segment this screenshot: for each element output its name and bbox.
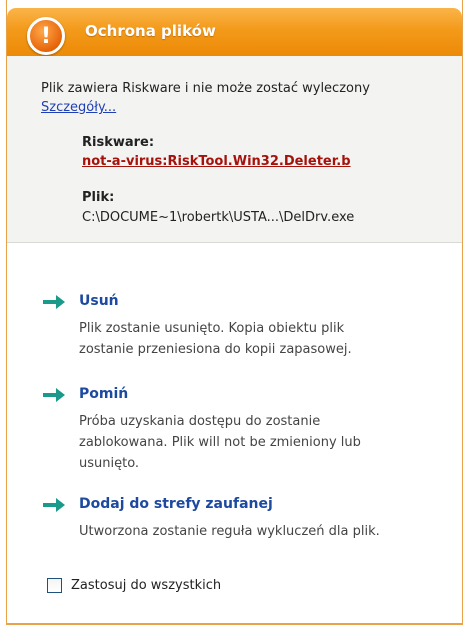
skip-button[interactable]: Pomiń	[79, 386, 128, 402]
file-label: Plik:	[82, 190, 115, 205]
add-to-trusted-button[interactable]: Dodaj do strefy zaufanej	[79, 496, 273, 512]
description-line: Próba uzyskania dostępu do zostanie	[79, 414, 321, 429]
apply-to-all-label: Zastosuj do wszystkich	[71, 578, 222, 593]
description-line: Utworzona zostanie reguła wykluczeń dla …	[79, 524, 380, 539]
description-line: Plik zostanie usunięto. Kopia obiektu pl…	[79, 321, 345, 336]
title-bar[interactable]: Ochrona plików	[7, 8, 462, 56]
window-title: Ochrona plików	[85, 22, 216, 40]
riskware-label: Riskware:	[82, 135, 155, 150]
description-line: zostanie przeniesiona do kopii zapasowej…	[79, 342, 352, 357]
skip-description: Próba uzyskania dostępu do zostanie zabl…	[79, 411, 361, 474]
details-link[interactable]: Szczegóły...	[41, 100, 116, 115]
description-line: zablokowana. Plik will not be zmieniony …	[79, 435, 361, 450]
arrow-right-icon	[43, 388, 65, 402]
threat-name-link[interactable]: not-a-virus:RiskTool.Win32.Deleter.b	[82, 154, 351, 169]
arrow-right-icon	[43, 498, 65, 512]
delete-button[interactable]: Usuń	[79, 293, 119, 309]
file-path: C:\DOCUME~1\robertk\USTA...\DelDrv.exe	[82, 210, 355, 225]
delete-description: Plik zostanie usunięto. Kopia obiektu pl…	[79, 318, 352, 360]
dialog-window: Ochrona plików ! Plik zawiera Riskware i…	[6, 0, 463, 625]
warning-icon: !	[27, 17, 65, 55]
description-line: usunięto.	[79, 456, 140, 471]
arrow-right-icon	[43, 295, 65, 309]
info-panel: Plik zawiera Riskware i nie może zostać …	[7, 56, 462, 243]
apply-to-all-checkbox[interactable]	[47, 578, 62, 593]
add-to-trusted-description: Utworzona zostanie reguła wykluczeń dla …	[79, 521, 380, 542]
threat-message: Plik zawiera Riskware i nie może zostać …	[41, 81, 370, 96]
apply-to-all-option[interactable]: Zastosuj do wszystkich	[47, 578, 221, 593]
